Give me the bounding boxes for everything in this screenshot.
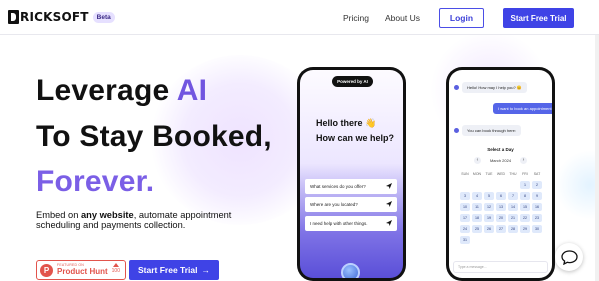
hero-headline-line3: Forever. — [36, 165, 155, 198]
calendar-day[interactable]: 22 — [520, 214, 530, 222]
calendar-day[interactable]: 2 — [532, 181, 542, 189]
hero-headline-line1: Leverage AI — [36, 76, 207, 106]
calendar-day[interactable]: 8 — [520, 192, 530, 200]
input-placeholder: Type a message... — [458, 265, 487, 269]
user-message: I want to book an appointment — [493, 103, 552, 114]
calendar-day[interactable]: 24 — [460, 225, 470, 233]
subtitle-text: Embed on — [36, 210, 81, 220]
calendar-weekday: SUN — [461, 172, 469, 176]
calendar-day[interactable]: 30 — [532, 225, 542, 233]
calendar-weekday: MON — [472, 172, 482, 176]
calendar-day[interactable]: 28 — [508, 225, 518, 233]
calendar-day[interactable]: 16 — [532, 203, 542, 211]
help-question-text: How can we help? — [316, 133, 395, 143]
send-icon — [386, 220, 392, 226]
phone-screen: Hello! How may I help you? 😊 I want to b… — [449, 70, 552, 278]
calendar-day[interactable]: 3 — [460, 192, 470, 200]
calendar-day[interactable]: 18 — [472, 214, 482, 222]
greeting-text: Hello there 👋 — [316, 118, 377, 128]
send-icon — [386, 201, 392, 207]
calendar-day[interactable]: 27 — [496, 225, 506, 233]
calendar-day[interactable]: 21 — [508, 214, 518, 222]
nav-pricing-link[interactable]: Pricing — [343, 13, 369, 23]
brand-name: RICKSOFT — [20, 10, 89, 24]
calendar-day[interactable]: 17 — [460, 214, 470, 222]
send-icon — [386, 183, 392, 189]
product-hunt-name: Product Hunt — [57, 266, 108, 276]
top-navbar: RICKSOFT Beta Pricing About Us Login Sta… — [0, 0, 599, 35]
calendar-day[interactable]: 13 — [496, 203, 506, 211]
calendar-day[interactable]: 14 — [508, 203, 518, 211]
logo-icon — [8, 10, 19, 24]
upvote-number: 100 — [111, 268, 120, 274]
product-hunt-badge[interactable]: P FEATURED ON Product Hunt 100 — [36, 260, 126, 280]
calendar-day[interactable]: 25 — [472, 225, 482, 233]
hero-subtitle: Embed on any website, automate appointme… — [36, 210, 236, 231]
quick-reply-option[interactable]: Where are you located? — [305, 197, 397, 212]
upvote-triangle-icon — [112, 263, 119, 267]
calendar-day[interactable]: 12 — [484, 203, 494, 211]
headline-accent: AI — [176, 74, 208, 107]
calendar-day[interactable]: 19 — [484, 214, 494, 222]
option-label: What services do you offer? — [310, 184, 366, 189]
chat-launcher-button[interactable] — [555, 243, 583, 271]
quick-reply-option[interactable]: I need help with other things. — [305, 216, 397, 231]
chat-bubble-icon — [560, 249, 578, 265]
background-gradient-blob — [555, 150, 599, 220]
subtitle-bold: any website — [80, 210, 134, 220]
calendar-day[interactable]: 23 — [532, 214, 542, 222]
powered-by-ai-pill: Powered by AI — [332, 76, 373, 87]
nav-about-link[interactable]: About Us — [385, 13, 420, 23]
option-label: Where are you located? — [310, 202, 358, 207]
headline-text: Leverage — [36, 74, 170, 107]
calendar-month: March 2024 — [489, 158, 512, 163]
quick-reply-option[interactable]: What services do you offer? — [305, 179, 397, 194]
calendar-day[interactable]: 20 — [496, 214, 506, 222]
calendar-day[interactable]: 10 — [460, 203, 470, 211]
calendar-weekday: TUE — [485, 172, 493, 176]
calendar-day[interactable]: 4 — [472, 192, 482, 200]
login-button[interactable]: Login — [439, 8, 484, 28]
calendar-title: Select a Day — [487, 147, 514, 152]
calendar-weekday: FRI — [522, 172, 528, 176]
calendar-day[interactable]: 29 — [520, 225, 530, 233]
hero-headline-line2: To Stay Booked, — [36, 120, 272, 153]
hero-start-free-trial-button[interactable]: Start Free Trial → — [129, 260, 219, 280]
calendar-day[interactable]: 1 — [520, 181, 530, 189]
page-scrollbar[interactable] — [595, 35, 599, 281]
brand-logo[interactable]: RICKSOFT Beta — [8, 10, 115, 24]
calendar-day[interactable]: 6 — [496, 192, 506, 200]
bot-avatar-icon — [454, 85, 459, 90]
bot-message: Hello! How may I help you? 😊 — [462, 82, 527, 93]
product-hunt-text: FEATURED ON Product Hunt — [57, 264, 108, 276]
start-free-trial-button[interactable]: Start Free Trial — [503, 8, 574, 28]
arrow-right-icon: → — [201, 265, 211, 275]
bot-message: You can book through here: — [462, 125, 522, 136]
product-hunt-icon: P — [40, 263, 53, 277]
calendar-day[interactable]: 5 — [484, 192, 494, 200]
message-input[interactable]: Type a message... — [453, 261, 548, 273]
button-label: Start Free Trial — [137, 265, 198, 275]
chevron-right-icon[interactable]: › — [520, 157, 527, 164]
beta-badge: Beta — [92, 11, 115, 23]
phone-mockup-booking: Hello! How may I help you? 😊 I want to b… — [446, 67, 555, 281]
calendar-weekday: THU — [509, 172, 517, 176]
calendar-day[interactable]: 31 — [460, 236, 470, 244]
phone-screen: Powered by AI Hello there 👋 How can we h… — [300, 70, 403, 278]
voice-orb-icon[interactable] — [341, 263, 360, 278]
calendar-weekday: WED — [496, 172, 506, 176]
option-label: I need help with other things. — [310, 221, 368, 226]
calendar-day[interactable]: 15 — [520, 203, 530, 211]
phone-mockup-chat-start: Powered by AI Hello there 👋 How can we h… — [297, 67, 406, 281]
calendar-day[interactable]: 9 — [532, 192, 542, 200]
calendar-day[interactable]: 7 — [508, 192, 518, 200]
calendar-day[interactable]: 11 — [472, 203, 482, 211]
landing-page: RICKSOFT Beta Pricing About Us Login Sta… — [0, 0, 599, 281]
calendar-day[interactable]: 26 — [484, 225, 494, 233]
calendar-weekday: SAT — [533, 172, 541, 176]
bot-avatar-icon — [454, 128, 459, 133]
upvote-count: 100 — [112, 263, 120, 274]
